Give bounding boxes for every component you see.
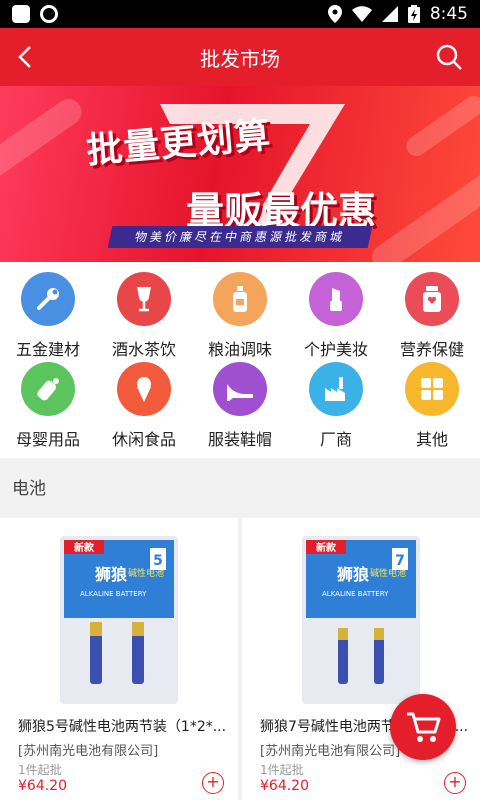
cart-icon: [407, 712, 441, 742]
product-card[interactable]: 新款 狮狼 碱性电池 ALKALINE BATTERY 5 狮狼5号碱性电池两节…: [0, 518, 238, 800]
category-item[interactable]: 其他: [384, 362, 480, 450]
pack-badge: 新款: [316, 541, 337, 554]
grid-icon: [405, 362, 459, 416]
category-item[interactable]: 休闲食品: [96, 362, 192, 450]
banner-slogan: 物美价廉尽在中商惠源批发商城: [107, 226, 373, 248]
product-shop: [苏州南光电池有限公司]: [260, 744, 401, 759]
product-name: 狮狼5号碱性电池两节装（1*2*...: [18, 719, 227, 735]
product-price: ¥64.20: [260, 778, 309, 794]
product-image: 新款 狮狼 碱性电池 ALKALINE BATTERY 7: [302, 536, 420, 704]
category-item[interactable]: 母婴用品: [0, 362, 96, 450]
category-item[interactable]: 粮油调味: [192, 272, 288, 360]
notification-icon: [12, 5, 30, 23]
category-item[interactable]: 个护美妆: [288, 272, 384, 360]
promo-banner[interactable]: 批量更划算 量贩最优惠 物美价廉尽在中商惠源批发商城: [0, 86, 480, 262]
back-arrow-icon[interactable]: [12, 42, 42, 72]
sync-icon: [40, 5, 58, 23]
category-grid: 五金建材 酒水茶饮 粮油调味 个护美妆 营养保健 母婴用品 休闲食品 服装鞋帽 …: [0, 262, 480, 458]
battery-icon: [407, 5, 420, 23]
category-item[interactable]: 营养保健: [384, 272, 480, 360]
add-to-cart-button[interactable]: +: [202, 772, 224, 794]
pack-brand: 狮狼: [94, 565, 127, 584]
pack-sub: ALKALINE BATTERY: [322, 590, 389, 598]
location-icon: [327, 5, 342, 23]
product-moq: 1件起批: [260, 763, 304, 777]
wine-glass-icon: [117, 272, 171, 326]
category-label: 其他: [415, 430, 448, 449]
app-header: 批发市场: [0, 28, 480, 86]
category-label: 酒水茶饮: [111, 340, 176, 359]
category-item[interactable]: 五金建材: [0, 272, 96, 360]
product-price: ¥64.20: [18, 778, 67, 794]
pack-brand: 狮狼: [336, 565, 369, 584]
high-heel-icon: [213, 362, 267, 416]
ice-cream-icon: [117, 362, 171, 416]
lipstick-icon: [309, 272, 363, 326]
category-label: 服装鞋帽: [207, 430, 272, 449]
wrench-icon: [21, 272, 75, 326]
category-label: 母婴用品: [15, 430, 80, 449]
category-label: 粮油调味: [207, 340, 272, 359]
health-jar-icon: [405, 272, 459, 326]
cart-button[interactable]: [390, 694, 456, 760]
search-icon[interactable]: [434, 42, 464, 72]
status-time: 8:45: [429, 4, 468, 24]
category-label: 五金建材: [15, 340, 80, 359]
category-label: 个护美妆: [303, 340, 368, 359]
pack-sub: ALKALINE BATTERY: [80, 590, 147, 598]
pack-size: 7: [395, 553, 405, 569]
category-label: 厂商: [319, 430, 352, 449]
product-image: 新款 狮狼 碱性电池 ALKALINE BATTERY 5: [60, 536, 178, 704]
category-item[interactable]: 厂商: [288, 362, 384, 450]
factory-icon: [309, 362, 363, 416]
page-title: 批发市场: [200, 46, 280, 71]
add-to-cart-button[interactable]: +: [444, 772, 466, 794]
category-label: 休闲食品: [111, 430, 176, 449]
product-list: 新款 狮狼 碱性电池 ALKALINE BATTERY 5 狮狼5号碱性电池两节…: [0, 518, 480, 800]
baby-bottle-icon: [21, 362, 75, 416]
signal-icon: [381, 6, 398, 22]
status-bar: 8:45: [0, 0, 480, 28]
product-card[interactable]: 新款 狮狼 碱性电池 ALKALINE BATTERY 7 狮狼7号碱性电池两节…: [242, 518, 480, 800]
wifi-icon: [351, 6, 372, 22]
pack-size: 5: [153, 553, 163, 569]
category-label: 营养保健: [399, 340, 464, 359]
category-item[interactable]: 服装鞋帽: [192, 362, 288, 450]
oil-bottle-icon: [213, 272, 267, 326]
category-item[interactable]: 酒水茶饮: [96, 272, 192, 360]
product-moq: 1件起批: [18, 763, 62, 777]
section-title: 电池: [0, 464, 480, 514]
product-shop: [苏州南光电池有限公司]: [18, 744, 159, 759]
pack-badge: 新款: [74, 541, 95, 554]
